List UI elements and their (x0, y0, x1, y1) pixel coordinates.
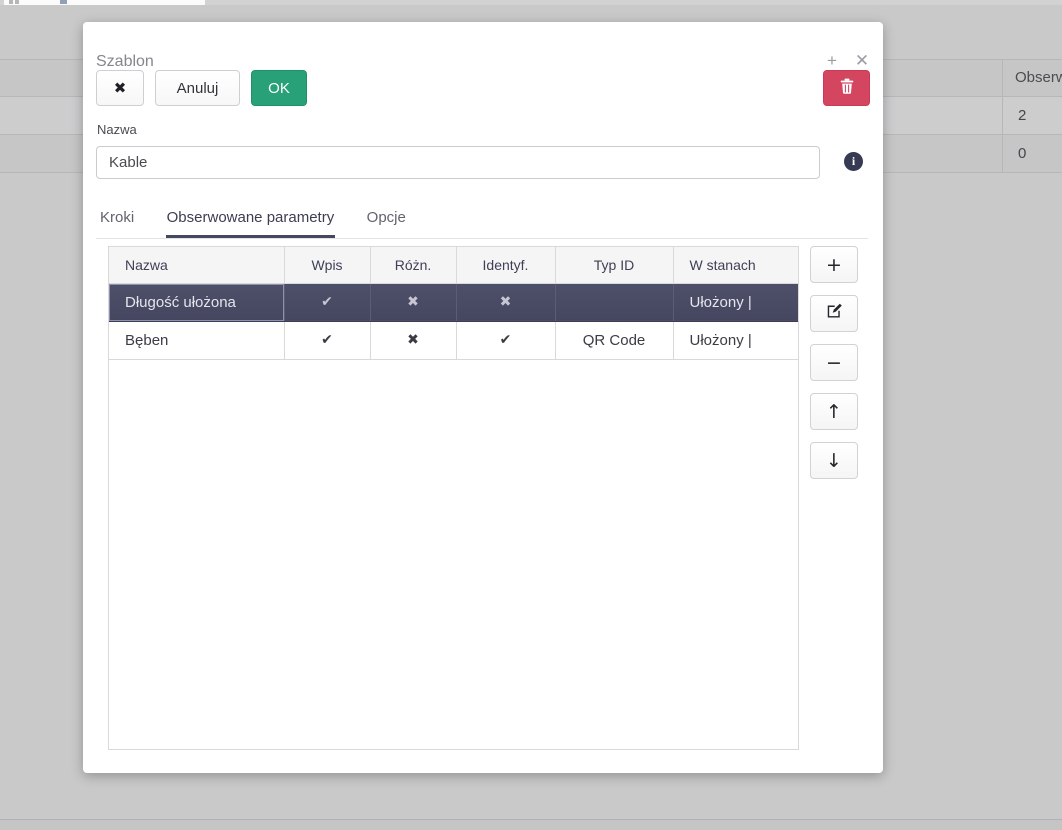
table-header: Nazwa Wpis Różn. Identyf. Typ ID W stana… (109, 247, 798, 283)
window-controls: + ✕ (821, 51, 873, 71)
tab-kroki[interactable]: Kroki (99, 203, 135, 238)
column-header-nazwa[interactable]: Nazwa (109, 247, 284, 283)
ok-button[interactable]: OK (251, 70, 307, 106)
name-input[interactable] (96, 146, 820, 179)
bg-column-divider (1002, 59, 1003, 172)
close-button[interactable]: ✖ (96, 70, 144, 106)
table-row[interactable]: Długość ułożona✔✖✖Ułożony | (109, 283, 798, 321)
cancel-button[interactable]: Anuluj (155, 70, 240, 106)
bg-table-cell: 2 (1018, 107, 1026, 124)
column-header-w-stanach[interactable]: W stanach (673, 247, 798, 283)
trash-icon (840, 78, 854, 98)
bg-top-strip (0, 0, 1062, 5)
table-cell[interactable]: QR Code (555, 321, 673, 359)
bg-top-tick (15, 0, 19, 4)
bg-top-favicon (60, 0, 67, 4)
column-header-rozn[interactable]: Różn. (370, 247, 456, 283)
table-cell[interactable]: Bęben (109, 321, 284, 359)
window-add-icon[interactable]: + (821, 51, 843, 71)
table-cell[interactable]: Długość ułożona (109, 283, 284, 321)
tab-obserwowane-parametry[interactable]: Obserwowane parametry (166, 203, 336, 238)
move-down-button[interactable]: ↓ (810, 442, 858, 479)
info-icon[interactable]: i (844, 152, 863, 171)
table-cell[interactable]: ✔ (456, 321, 555, 359)
column-header-identyf[interactable]: Identyf. (456, 247, 555, 283)
dialog-toolbar: ✖ Anuluj OK (96, 70, 870, 106)
parameters-table: Nazwa Wpis Różn. Identyf. Typ ID W stana… (108, 246, 799, 750)
parameters-table-body: Długość ułożona✔✖✖Ułożony |Bęben✔✖✔QR Co… (109, 283, 798, 359)
table-cell[interactable] (555, 283, 673, 321)
table-row[interactable]: Bęben✔✖✔QR CodeUłożony | (109, 321, 798, 359)
table-cell[interactable]: Ułożony | (673, 283, 798, 321)
table-cell[interactable]: ✖ (456, 283, 555, 321)
dialog-title: Szablon (96, 53, 154, 71)
name-field-label: Nazwa (97, 122, 137, 137)
add-row-button[interactable]: + (810, 246, 858, 283)
move-up-button[interactable]: ↑ (810, 393, 858, 430)
table-cell[interactable]: Ułożony | (673, 321, 798, 359)
remove-row-button[interactable]: − (810, 344, 858, 381)
window-close-icon[interactable]: ✕ (851, 51, 873, 71)
szablon-dialog: Szablon + ✕ ✖ Anuluj OK Nazwa i Kroki Ob… (83, 22, 883, 773)
table-cell[interactable]: ✔ (284, 283, 370, 321)
table-actions: + − ↑ ↓ (810, 246, 858, 479)
tab-bar: Kroki Obserwowane parametry Opcje (96, 203, 868, 239)
edit-icon (826, 302, 843, 325)
bg-footer-strip (0, 820, 1062, 830)
bg-top-tab (4, 0, 205, 5)
delete-button[interactable] (823, 70, 870, 106)
bg-top-tick (9, 0, 13, 4)
table-cell[interactable]: ✔ (284, 321, 370, 359)
column-header-typ-id[interactable]: Typ ID (555, 247, 673, 283)
column-header-wpis[interactable]: Wpis (284, 247, 370, 283)
tab-opcje[interactable]: Opcje (366, 203, 407, 238)
table-cell[interactable]: ✖ (370, 283, 456, 321)
bg-column-header: Obserwo (1015, 69, 1062, 86)
edit-row-button[interactable] (810, 295, 858, 332)
bg-table-cell: 0 (1018, 145, 1026, 162)
table-cell[interactable]: ✖ (370, 321, 456, 359)
